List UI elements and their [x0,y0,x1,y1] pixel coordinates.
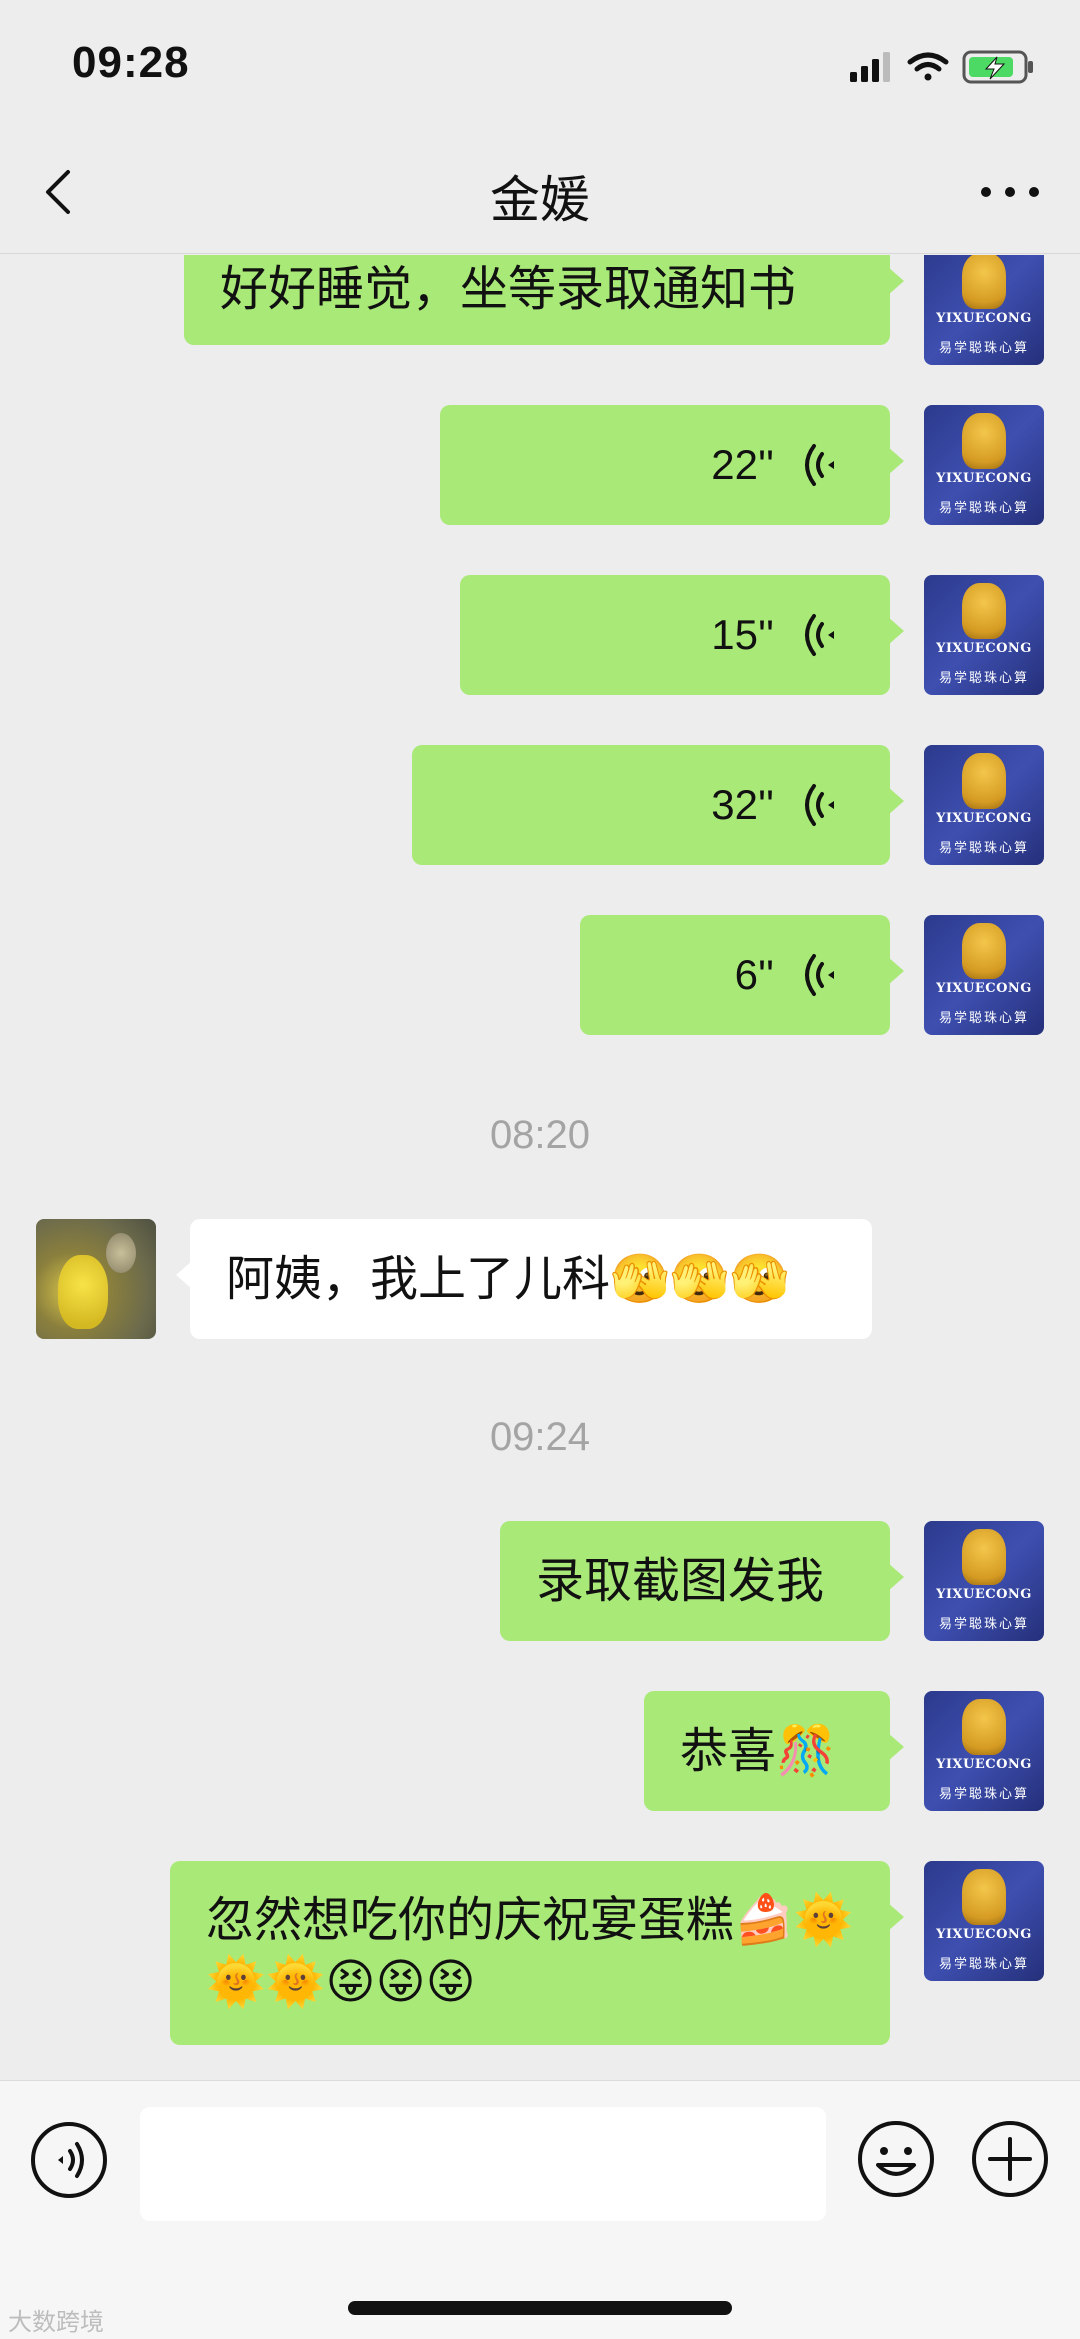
my-avatar[interactable]: YIXUECONG 易学聪珠心算 [924,405,1044,525]
message-input[interactable] [140,2107,826,2221]
voice-duration: 32'' [711,781,774,828]
message-bubble[interactable]: 阿姨，我上了儿科🫣🫣🫣 [176,1219,872,1339]
message-text: 恭喜🎊 [680,1723,836,1779]
input-bar [0,2080,1080,2339]
voice-wave-icon [805,444,834,486]
message-bubble[interactable]: 恭喜🎊 [644,1691,904,1811]
wifi-icon [907,52,949,81]
voice-duration: 22'' [711,441,774,488]
nav-bar: 金媛 [0,130,1080,254]
voice-message-bubble[interactable]: 6'' [580,915,904,1035]
voice-duration: 6'' [734,951,774,998]
my-avatar[interactable]: YIXUECONG 易学聪珠心算 [924,255,1044,365]
chat-message-list[interactable]: YIXUECONG 易学聪珠心算 好好睡觉，坐等录取通知书 YIXUECONG … [0,255,1080,2080]
status-time: 09:28 [72,38,190,87]
message-bubble[interactable]: 忽然想吃你的庆祝宴蛋糕🍰🌞🌞🌞😝😝😝 [170,1861,904,2045]
battery-icon [962,50,1033,84]
voice-input-icon[interactable] [30,2121,108,2199]
message-text: 忽然想吃你的庆祝宴蛋糕🍰🌞🌞🌞😝😝😝 [206,1892,854,2010]
my-avatar[interactable]: YIXUECONG 易学聪珠心算 [924,575,1044,695]
message-text: 录取截图发我 [536,1553,825,1609]
voice-message-bubble[interactable]: 15'' [460,575,904,695]
my-avatar[interactable]: YIXUECONG 易学聪珠心算 [924,915,1044,1035]
my-avatar[interactable]: YIXUECONG 易学聪珠心算 [924,1521,1044,1641]
signal-icon [850,52,890,82]
timestamp: 08:20 [489,1113,591,1157]
chat-title: 金媛 [490,171,590,229]
message-text: 阿姨，我上了儿科🫣🫣🫣 [226,1251,790,1307]
voice-message-bubble[interactable]: 22'' [440,405,904,525]
voice-wave-icon [805,784,834,826]
my-avatar[interactable]: YIXUECONG 易学聪珠心算 [924,745,1044,865]
status-icons [850,50,1033,84]
contact-avatar[interactable] [36,1219,156,1339]
status-bar: 09:28 [0,0,1080,130]
my-avatar[interactable]: YIXUECONG 易学聪珠心算 [924,1691,1044,1811]
voice-wave-icon [805,954,834,996]
timestamp: 09:24 [489,1415,591,1459]
my-avatar[interactable]: YIXUECONG 易学聪珠心算 [924,1861,1044,1981]
home-indicator[interactable] [348,2301,732,2315]
voice-message-bubble[interactable]: 32'' [412,745,904,865]
watermark: 大数跨境 [8,2308,104,2336]
voice-wave-icon [805,614,834,656]
voice-duration: 15'' [711,611,774,658]
message-text: 好好睡觉，坐等录取通知书 [220,261,797,317]
message-bubble[interactable]: 录取截图发我 [500,1521,904,1641]
plus-icon[interactable] [970,2119,1050,2199]
message-bubble[interactable]: 好好睡觉，坐等录取通知书 [184,255,904,345]
more-dots-icon[interactable] [970,168,1050,216]
emoji-icon[interactable] [856,2119,936,2199]
